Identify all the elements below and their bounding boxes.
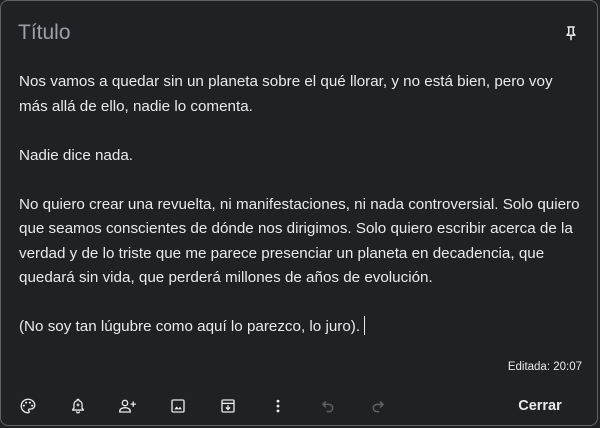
- note-paragraph-last: (No soy tan lúgubre como aquí lo parezco…: [19, 315, 585, 340]
- edited-timestamp: Editada: 20:07: [507, 361, 582, 373]
- undo-icon: [321, 400, 334, 413]
- collaborator-icon: [119, 399, 136, 413]
- pin-note-button[interactable]: [557, 19, 585, 47]
- archive-icon: [221, 399, 235, 413]
- add-image-button[interactable]: [165, 393, 191, 419]
- pin-icon: [566, 26, 576, 41]
- image-icon: [171, 399, 185, 413]
- remind-me-button[interactable]: [65, 393, 91, 419]
- close-button[interactable]: Cerrar: [507, 393, 573, 419]
- note-paragraph: Nadie dice nada.: [19, 146, 133, 164]
- note-paragraph: Nos vamos a quedar sin un planeta sobre …: [19, 73, 553, 115]
- palette-icon: [20, 398, 36, 414]
- note-paragraph: No quiero crear una revuelta, ni manifes…: [19, 195, 580, 287]
- redo-button[interactable]: [365, 393, 391, 419]
- text-cursor: [364, 316, 366, 335]
- more-options-button[interactable]: [265, 393, 291, 419]
- reminder-bell-icon: [72, 398, 84, 414]
- background-options-button[interactable]: [15, 393, 41, 419]
- redo-icon: [372, 400, 385, 413]
- note-editor: Título Nos vamos a quedar sin un planeta…: [0, 0, 598, 426]
- archive-button[interactable]: [215, 393, 241, 419]
- note-title-field[interactable]: Título: [18, 21, 71, 45]
- note-paragraph-text: (No soy tan lúgubre como aquí lo parezco…: [19, 318, 361, 335]
- note-body[interactable]: Nos vamos a quedar sin un planeta sobre …: [19, 70, 585, 340]
- more-vert-icon: [276, 399, 280, 413]
- collaborator-button[interactable]: [115, 393, 141, 419]
- undo-button[interactable]: [315, 393, 341, 419]
